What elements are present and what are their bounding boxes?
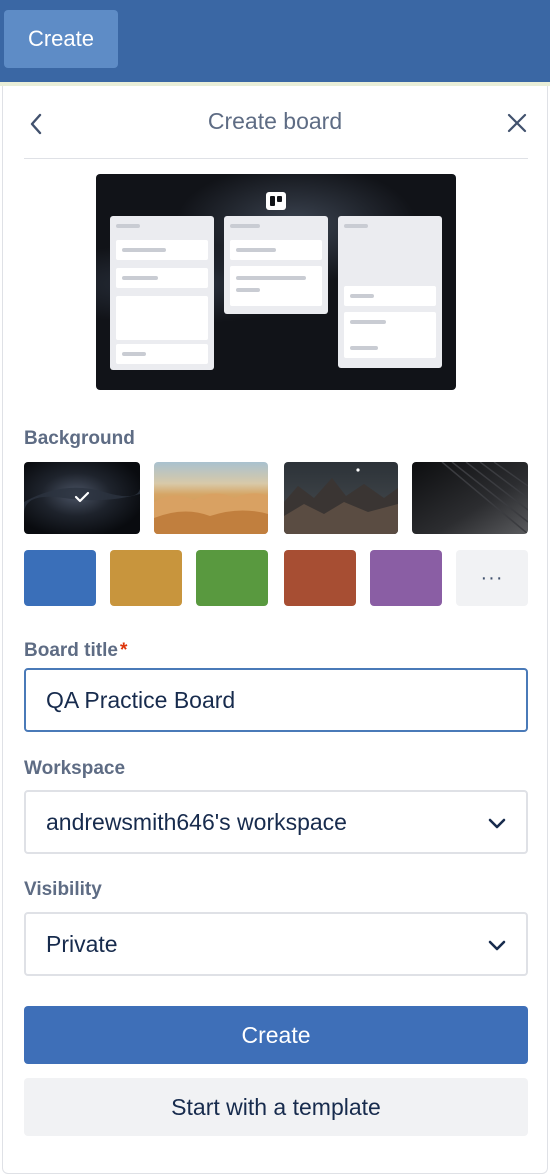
chevron-down-icon	[488, 818, 506, 829]
background-photo-dark-abstract[interactable]	[24, 462, 140, 534]
background-color-red[interactable]	[284, 550, 356, 606]
visibility-label: Visibility	[24, 879, 102, 900]
panel-title: Create board	[207, 108, 343, 134]
background-color-green[interactable]	[196, 550, 268, 606]
workspace-select[interactable]: andrewsmith646's workspace	[24, 790, 528, 854]
preview-list	[110, 216, 214, 370]
start-with-template-button[interactable]: Start with a template	[24, 1078, 528, 1136]
background-label: Background	[24, 428, 135, 449]
workspace-label: Workspace	[24, 758, 126, 779]
create-board-button[interactable]: Create	[24, 1006, 528, 1064]
required-mark: *	[119, 640, 128, 661]
background-photo-dark-lines[interactable]	[412, 462, 528, 534]
top-bar: Create	[0, 0, 550, 82]
workspace-value: andrewsmith646's workspace	[46, 808, 347, 835]
more-backgrounds-button[interactable]: ···	[456, 550, 528, 606]
preview-list	[224, 216, 328, 314]
background-photo-mountain-night[interactable]	[284, 462, 398, 534]
board-title-label: Board title *	[24, 640, 127, 662]
background-color-purple[interactable]	[370, 550, 442, 606]
board-title-label-text: Board title	[24, 640, 118, 661]
top-create-button[interactable]: Create	[4, 10, 118, 68]
header-divider	[24, 158, 528, 159]
visibility-select[interactable]: Private	[24, 912, 528, 976]
trello-logo-icon	[266, 192, 286, 210]
background-color-orange[interactable]	[110, 550, 182, 606]
background-color-blue[interactable]	[24, 550, 96, 606]
check-icon	[74, 491, 90, 503]
back-icon[interactable]	[22, 110, 50, 138]
board-title-input[interactable]	[24, 668, 528, 732]
background-photo-desert-dunes[interactable]	[154, 462, 268, 534]
preview-list	[338, 216, 442, 368]
close-icon[interactable]	[502, 108, 532, 138]
chevron-down-icon	[488, 940, 506, 951]
visibility-value: Private	[46, 930, 118, 957]
board-preview	[96, 174, 456, 390]
